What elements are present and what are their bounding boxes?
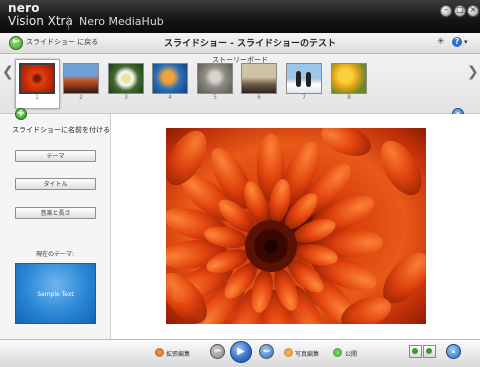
maximize-button[interactable]: □ [454,5,466,17]
back-button[interactable]: ← [9,36,23,50]
skip-forward-icon: ⏭ [263,347,270,355]
extended-edit-icon[interactable] [155,348,164,357]
penguin-shape [296,71,301,87]
photo-edit-icon[interactable] [284,348,293,357]
flower-image [166,128,426,324]
theme-preview-text: Sample Text [37,291,74,298]
skip-back-icon: ⏮ [214,347,221,355]
publish-button[interactable]: 公開 [345,349,357,358]
app-window: nero Vision Xtra Nero MediaHub – □ × ← ス… [0,0,480,367]
photo-edit-button[interactable]: 写真編集 [295,349,319,358]
help-dropdown-icon[interactable]: ▾ [464,38,468,46]
publish-icon[interactable] [333,348,342,357]
preview-area [111,114,480,339]
title-bar: nero Vision Xtra Nero MediaHub – □ × [0,0,480,33]
close-icon: × [469,5,477,14]
thumbnail-number: 4 [168,94,172,101]
thumbnail-number: 2 [79,94,83,101]
thumbnail-number: 8 [347,94,351,101]
penguin-shape [306,72,311,87]
previous-button[interactable]: ⏮ [210,344,225,359]
play-button[interactable]: ▶ [230,341,252,363]
rotate-left-button[interactable] [409,345,422,358]
minimize-icon: – [444,5,448,14]
storyboard-next-button[interactable]: ❯ [467,64,479,80]
panel-heading: スライドショーに名前を付ける [12,126,110,134]
theme-button[interactable]: テーマ [15,150,96,162]
close-button[interactable]: × [467,5,479,17]
toolbar: ← スライドショー に戻る スライドショー - スライドショーのテスト ✳ ? … [0,33,480,54]
thumbnail-1[interactable] [19,63,55,94]
help-button[interactable]: ? [452,37,462,47]
add-button[interactable]: + [15,108,27,120]
app-name: Vision Xtra [8,14,73,28]
brand-logo: nero Vision Xtra [8,2,73,28]
thumbnail-number: 3 [124,94,128,101]
next-button[interactable]: ⏭ [259,344,274,359]
slideshow-settings-panel: スライドショーに名前を付ける テーマ タイトル 音楽と長さ 現在のテーマ: Sa… [0,114,111,339]
storyboard: ストーリーボード ❮ ❯ 1 2 3 4 5 6 7 8 [0,54,480,114]
help-icon: ? [454,37,460,46]
arrow-left-icon: ← [12,37,20,47]
theme-preview[interactable]: Sample Text [15,263,96,324]
thumbnail-number: 5 [213,94,217,101]
back-label[interactable]: スライドショー に戻る [26,37,98,47]
thumbnail-7[interactable] [286,63,322,94]
hub-label: Nero MediaHub [79,15,164,28]
tools-icon[interactable]: ✳ [437,37,445,47]
minimize-button[interactable]: – [440,5,452,17]
rotate-right-icon [426,348,432,354]
maximize-icon: □ [456,5,464,14]
chevron-up-icon: ▴ [451,347,456,355]
brand-nero: nero [8,1,40,15]
preview-image[interactable] [166,128,426,324]
rotate-left-icon [412,348,418,354]
rotate-right-button[interactable] [423,345,436,358]
extended-edit-button[interactable]: 拡張編集 [166,349,190,358]
thumbnail-number: 6 [257,94,261,101]
page-title: スライドショー - スライドショーのテスト [163,39,336,49]
title-divider [68,16,69,30]
thumbnail-8[interactable] [331,63,367,94]
bottom-bar: 拡張編集 ⏮ ▶ ⏭ 写真編集 公開 ▴ [0,339,480,367]
play-icon: ▶ [237,346,245,357]
thumbnail-2[interactable] [63,63,99,94]
thumbnail-5[interactable] [197,63,233,94]
thumbnail-3[interactable] [108,63,144,94]
thumbnail-6[interactable] [241,63,277,94]
current-theme-label: 現在のテーマ: [35,251,75,258]
thumbnail-number: 7 [302,94,306,101]
thumbnail-4[interactable] [152,63,188,94]
music-length-button[interactable]: 音楽と長さ [15,207,96,219]
storyboard-prev-button[interactable]: ❮ [2,64,14,80]
title-button[interactable]: タイトル [15,178,96,190]
thumbnail-number: 1 [35,94,39,101]
export-button[interactable]: ▴ [446,344,461,359]
plus-icon: + [16,108,26,119]
